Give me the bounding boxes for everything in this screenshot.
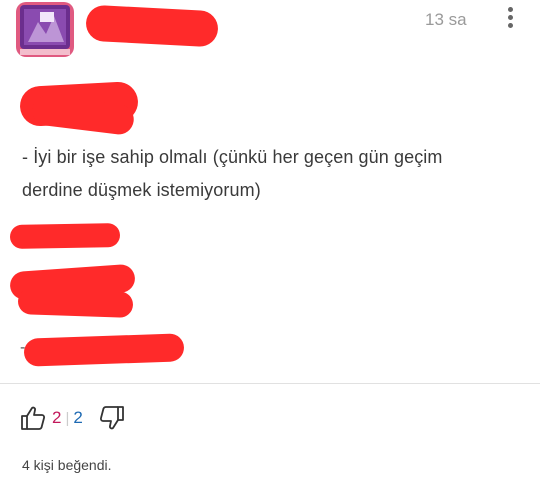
redacted-text-3b [17,288,134,318]
vote-separator: | [65,409,70,427]
post-timestamp: 13 sa [425,10,467,29]
divider [0,383,540,384]
vote-row: 2 | 2 [20,403,125,433]
likes-summary[interactable]: 4 kişi beğendi. [22,457,112,473]
post-text-line-1: - İyi bir işe sahip olmalı (çünkü her ge… [22,147,443,167]
avatar[interactable] [16,2,74,57]
redacted-text-4 [23,333,185,367]
thumbs-up-icon[interactable] [20,405,46,431]
redacted-username [85,4,219,48]
more-vertical-icon[interactable] [505,7,515,33]
thumbs-down-icon[interactable] [99,405,125,431]
post-text-line-2: derdine düşmek istemiyorum) [22,180,261,200]
redacted-text-2 [9,223,121,249]
downvote-count: 2 [73,408,83,427]
upvote-count: 2 [52,408,62,427]
